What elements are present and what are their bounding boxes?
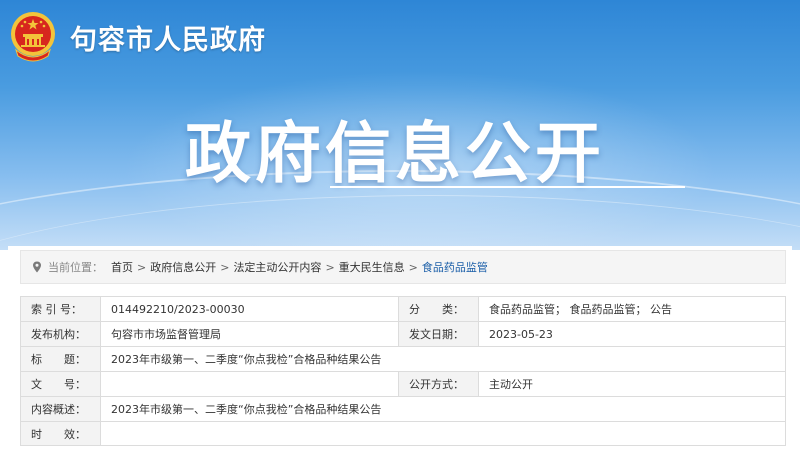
breadcrumb: 当前位置： 首页 > 政府信息公开 > 法定主动公开内容 > 重大民生信息 > …: [20, 250, 786, 284]
breadcrumb-separator: >: [408, 260, 418, 274]
breadcrumb-item-home[interactable]: 首页: [111, 259, 133, 275]
breadcrumb-item-gov-info[interactable]: 政府信息公开: [150, 259, 216, 275]
publisher-label: 发布机构：: [20, 321, 101, 347]
index-label: 索 引 号：: [20, 296, 101, 322]
breadcrumb-item-livelihood[interactable]: 重大民生信息: [339, 259, 405, 275]
summary-value: 2023年市级第一、二季度“你点我检”合格品种结果公告: [100, 396, 786, 422]
method-label: 公开方式：: [398, 371, 479, 397]
docno-value: [100, 371, 399, 397]
date-value: 2023-05-23: [478, 321, 786, 347]
table-row: 文 号： 公开方式： 主动公开: [20, 371, 786, 397]
info-table: 索 引 号： 014492210/2023-00030 分 类： 食品药品监管；…: [20, 296, 786, 446]
validity-label: 时 效：: [20, 421, 101, 446]
table-row: 索 引 号： 014492210/2023-00030 分 类： 食品药品监管；…: [20, 296, 786, 322]
breadcrumb-separator: >: [325, 260, 335, 274]
method-value: 主动公开: [478, 371, 786, 397]
banner-title: 政府信息公开: [185, 115, 605, 192]
national-emblem-icon[interactable]: [8, 10, 58, 66]
breadcrumb-label: 当前位置：: [48, 261, 103, 274]
breadcrumb-separator: >: [220, 260, 230, 274]
table-row: 时 效：: [20, 421, 786, 446]
docno-label: 文 号：: [20, 371, 101, 397]
breadcrumb-item-statutory[interactable]: 法定主动公开内容: [233, 259, 321, 275]
category-label: 分 类：: [398, 296, 479, 322]
title-underline: [330, 186, 685, 188]
title-value: 2023年市级第一、二季度“你点我检”合格品种结果公告: [100, 346, 786, 372]
breadcrumb-item-food-drug[interactable]: 食品药品监管: [422, 259, 488, 275]
header-banner: 句容市人民政府 政府信息公开: [0, 0, 800, 250]
main-content: 当前位置： 首页 > 政府信息公开 > 法定主动公开内容 > 重大民生信息 > …: [8, 246, 792, 455]
table-row: 标 题： 2023年市级第一、二季度“你点我检”合格品种结果公告: [20, 346, 786, 372]
table-row: 内容概述： 2023年市级第一、二季度“你点我检”合格品种结果公告: [20, 396, 786, 422]
category-value: 食品药品监管； 食品药品监管； 公告: [478, 296, 786, 322]
publisher-value: 句容市市场监督管理局: [100, 321, 399, 347]
date-label: 发文日期：: [398, 321, 479, 347]
breadcrumb-separator: >: [137, 260, 147, 274]
location-pin-icon: [33, 261, 41, 273]
summary-label: 内容概述：: [20, 396, 101, 422]
validity-value: [100, 421, 786, 446]
table-row: 发布机构： 句容市市场监督管理局 发文日期： 2023-05-23: [20, 321, 786, 347]
title-label: 标 题：: [20, 346, 101, 372]
index-value: 014492210/2023-00030: [100, 296, 399, 322]
site-title[interactable]: 句容市人民政府: [70, 18, 266, 57]
